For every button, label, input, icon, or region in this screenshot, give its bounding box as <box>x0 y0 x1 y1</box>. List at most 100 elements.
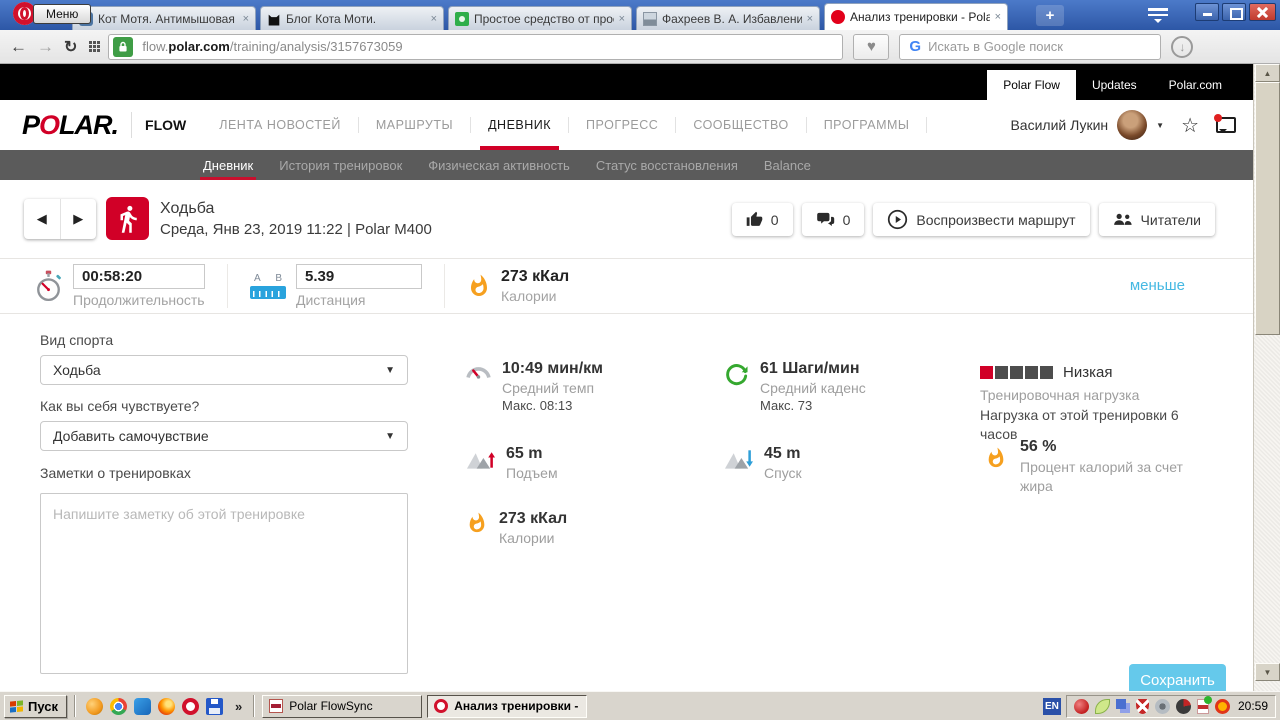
nav-diary[interactable]: ДНЕВНИК <box>471 100 568 150</box>
quicklaunch-overflow-icon[interactable]: » <box>231 699 246 714</box>
replay-route-button[interactable]: Воспроизвести маршрут <box>873 203 1090 236</box>
google-icon: G <box>909 38 922 55</box>
close-icon[interactable]: × <box>807 13 813 25</box>
save-button[interactable]: Сохранить <box>1129 664 1226 691</box>
toplink-updates[interactable]: Updates <box>1076 70 1153 100</box>
tray-icon-berry[interactable] <box>1073 698 1089 714</box>
readers-icon <box>1113 213 1132 225</box>
tab-menu-icon[interactable] <box>1148 8 1168 27</box>
address-bar[interactable]: flow.polar.com/training/analysis/3157673… <box>108 33 844 60</box>
next-session-button[interactable]: ▶ <box>59 198 97 239</box>
prev-session-button[interactable]: ◀ <box>24 199 60 239</box>
lock-icon[interactable] <box>113 36 134 57</box>
subnav-history[interactable]: История тренировок <box>266 150 415 180</box>
toplink-polar-com[interactable]: Polar.com <box>1153 70 1238 100</box>
feeling-select[interactable]: Добавить самочувствие ▼ <box>40 421 408 451</box>
bookmark-heart-icon[interactable]: ♥ <box>853 33 890 60</box>
tray-icon-target[interactable] <box>1214 698 1230 714</box>
distance-label: Дистанция <box>296 292 366 308</box>
distance-input[interactable] <box>296 264 422 289</box>
readers-button[interactable]: Читатели <box>1098 203 1215 236</box>
browser-tab[interactable]: Кот Мотя. Антимышовая ко × <box>72 6 256 30</box>
tray-icon-leaf[interactable] <box>1094 698 1110 714</box>
speed-dial-icon[interactable] <box>89 41 93 44</box>
chevron-down-icon[interactable]: ▼ <box>1156 121 1164 130</box>
comments-button[interactable]: 0 <box>801 203 865 236</box>
task-training-analysis[interactable]: Анализ тренировки - ... <box>427 694 588 718</box>
browser-tab[interactable]: Простое средство от прост × <box>448 6 632 30</box>
url-text: flow.polar.com/training/analysis/3157673… <box>142 39 403 54</box>
nav-programs[interactable]: ПРОГРАММЫ <box>807 100 927 150</box>
quicklaunch-blue-app-icon[interactable] <box>134 697 151 715</box>
cat-favicon-icon <box>268 14 280 26</box>
opera-icon[interactable] <box>182 697 199 715</box>
page-scrollbar[interactable]: ▲ ▼ <box>1253 64 1280 691</box>
nav-routes[interactable]: МАРШРУТЫ <box>359 100 470 150</box>
avatar[interactable] <box>1117 110 1148 140</box>
close-icon[interactable]: × <box>243 13 249 25</box>
nav-progress[interactable]: ПРОГРЕСС <box>569 100 675 150</box>
reload-icon[interactable]: ↻ <box>64 37 77 57</box>
scrollbar-thumb[interactable] <box>1255 82 1280 335</box>
tray-icon-sync-check[interactable] <box>1196 695 1212 714</box>
browser-tab[interactable]: Блог Кота Моти. × <box>260 6 444 30</box>
cadence-icon <box>724 362 749 413</box>
like-button[interactable]: 0 <box>731 203 793 236</box>
browser-tab-active[interactable]: Анализ тренировки - Polar F × <box>824 3 1008 30</box>
green-favicon-icon <box>455 11 469 26</box>
close-window-button[interactable] <box>1249 3 1276 21</box>
chevron-down-icon: ▼ <box>385 364 395 376</box>
star-icon[interactable]: ☆ <box>1181 113 1199 138</box>
ascent-metric: 65 m Подъем <box>466 445 558 481</box>
scroll-up-icon[interactable]: ▲ <box>1255 64 1280 82</box>
less-link[interactable]: меньше <box>1130 277 1185 294</box>
chrome-icon[interactable] <box>110 697 127 715</box>
user-name[interactable]: Василий Лукин <box>1010 117 1108 133</box>
speedometer-icon <box>466 362 491 413</box>
subnav-diary[interactable]: Дневник <box>190 150 266 180</box>
notifications-icon[interactable] <box>1214 114 1236 133</box>
calories-value: 273 кКал <box>501 268 570 285</box>
close-icon[interactable]: × <box>431 13 437 25</box>
download-icon[interactable]: ↓ <box>1171 35 1194 58</box>
notes-textarea[interactable] <box>40 493 408 674</box>
subnav-activity[interactable]: Физическая активность <box>415 150 583 180</box>
windows-flag-icon <box>10 699 23 713</box>
firefox-icon[interactable] <box>158 697 175 715</box>
browser-menu-button[interactable]: Меню <box>33 4 92 24</box>
system-tray: 20:59 <box>1065 694 1276 718</box>
nav-community[interactable]: СООБЩЕСТВО <box>676 100 805 150</box>
close-icon[interactable]: × <box>995 11 1001 23</box>
main-nav: ЛЕНТА НОВОСТЕЙ МАРШРУТЫ ДНЕВНИК ПРОГРЕСС… <box>202 100 928 150</box>
taskbar: Пуск » Polar FlowSync Анализ тренировки … <box>0 691 1280 720</box>
language-indicator[interactable]: EN <box>1042 697 1061 715</box>
tray-icon-webcam[interactable] <box>1154 698 1170 714</box>
sport-select[interactable]: Ходьба ▼ <box>40 355 408 385</box>
tray-icon-disc[interactable] <box>1175 698 1191 714</box>
save-app-icon[interactable] <box>206 697 223 715</box>
subnav-balance[interactable]: Balance <box>751 150 824 180</box>
maximize-button[interactable] <box>1222 3 1246 21</box>
photo-favicon-icon <box>643 11 657 26</box>
browser-tab[interactable]: Фахреев В. А. Избавление × <box>636 6 820 30</box>
start-button[interactable]: Пуск <box>4 694 67 718</box>
forward-icon[interactable]: → <box>37 37 54 57</box>
nav-feed[interactable]: ЛЕНТА НОВОСТЕЙ <box>202 100 358 150</box>
toplink-polar-flow[interactable]: Polar Flow <box>987 70 1076 100</box>
flow-label: FLOW <box>145 117 187 133</box>
quicklaunch-app-icon[interactable] <box>86 697 103 715</box>
close-icon[interactable]: × <box>619 13 625 25</box>
fat-percent-block: 56 % Процент калорий за счет жира <box>985 438 1198 496</box>
search-field[interactable]: G Искать в Google поиск <box>899 33 1162 60</box>
task-polar-flowsync[interactable]: Polar FlowSync <box>262 694 423 718</box>
polar-logo[interactable]: POLAR. <box>22 110 119 141</box>
duration-input[interactable] <box>73 264 205 289</box>
minimize-button[interactable] <box>1195 3 1219 21</box>
tray-icon-antivirus-shield[interactable] <box>1135 698 1149 714</box>
notes-label: Заметки о тренировках <box>40 465 191 481</box>
scroll-down-icon[interactable]: ▼ <box>1255 663 1280 681</box>
new-tab-button[interactable]: + <box>1036 5 1064 26</box>
subnav-recovery[interactable]: Статус восстановления <box>583 150 751 180</box>
tray-icon-puzzle[interactable] <box>1115 699 1126 709</box>
back-icon[interactable]: ← <box>10 37 27 57</box>
